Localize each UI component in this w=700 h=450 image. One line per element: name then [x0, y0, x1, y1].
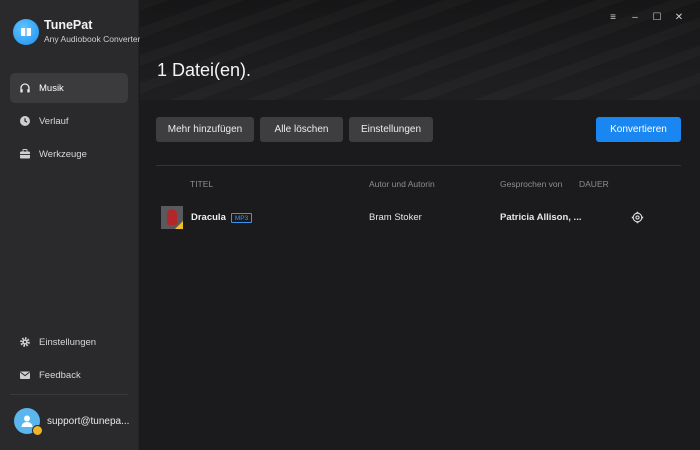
headphones-icon	[19, 82, 31, 94]
sidebar-item-feedback[interactable]: Feedback	[10, 360, 128, 390]
sidebar-nav: Musik Verlauf Werkzeuge	[10, 73, 128, 172]
sidebar-bottom-nav: Einstellungen Feedback	[10, 327, 128, 393]
table-row[interactable]: Dracula MP3 Bram Stoker Patricia Allison…	[140, 206, 700, 230]
sidebar-item-musik[interactable]: Musik	[10, 73, 128, 103]
sidebar-item-werkzeuge[interactable]: Werkzeuge	[10, 139, 128, 169]
sidebar-item-label: Einstellungen	[39, 336, 97, 348]
menu-icon[interactable]: ≡	[602, 9, 624, 25]
brand: TunePat Any Audiobook Converter	[13, 18, 140, 45]
book-cover	[161, 206, 183, 229]
sidebar: TunePat Any Audiobook Converter Musik Ve…	[0, 0, 140, 450]
header-banner: ≡ – ☐ ✕ 1 Datei(en).	[140, 0, 700, 100]
app-name: TunePat	[44, 18, 93, 32]
column-header-narrator: Gesprochen von	[500, 179, 563, 189]
format-badge: MP3	[230, 212, 253, 223]
user-email: support@tunepa...	[47, 415, 129, 427]
close-icon[interactable]: ✕	[668, 9, 690, 25]
user-account[interactable]: support@tunepa...	[14, 408, 129, 436]
sidebar-item-label: Werkzeuge	[39, 148, 87, 160]
mail-icon	[19, 369, 31, 381]
column-header-title: TITEL	[190, 179, 214, 189]
column-header-author: Autor und Autorin	[369, 179, 435, 189]
premium-badge-icon	[32, 425, 43, 436]
main-panel: ≡ – ☐ ✕ 1 Datei(en). Mehr hinzufügen All…	[140, 0, 700, 450]
toolbar: Mehr hinzufügen Alle löschen Einstellung…	[156, 117, 439, 142]
maximize-icon[interactable]: ☐	[646, 9, 668, 25]
avatar	[14, 408, 43, 436]
clock-icon	[19, 115, 31, 127]
sidebar-item-label: Feedback	[39, 369, 81, 381]
sidebar-item-label: Musik	[39, 82, 64, 94]
sidebar-item-label: Verlauf	[39, 115, 69, 127]
table-header: TITEL Autor und Autorin Gesprochen von D…	[140, 179, 700, 191]
convert-button[interactable]: Konvertieren	[596, 117, 681, 142]
sidebar-divider	[10, 394, 128, 395]
page-title: 1 Datei(en).	[157, 60, 252, 80]
clear-all-button[interactable]: Alle löschen	[260, 117, 343, 142]
book-author: Bram Stoker	[369, 212, 422, 223]
book-title: Dracula	[191, 212, 226, 223]
app-logo-icon	[13, 18, 39, 45]
sidebar-item-einstellungen[interactable]: Einstellungen	[10, 327, 128, 357]
add-more-button[interactable]: Mehr hinzufügen	[156, 117, 254, 142]
settings-button[interactable]: Einstellungen	[349, 117, 433, 142]
row-settings-gear-icon[interactable]	[631, 211, 644, 224]
divider	[156, 165, 681, 166]
gear-icon	[19, 336, 31, 348]
app-subtitle: Any Audiobook Converter	[44, 34, 141, 44]
book-narrator: Patricia Allison, ...	[500, 212, 582, 223]
minimize-icon[interactable]: –	[624, 9, 646, 25]
column-header-duration: DAUER	[579, 179, 609, 189]
window-controls: ≡ – ☐ ✕	[602, 9, 690, 25]
toolbox-icon	[19, 148, 31, 160]
sidebar-item-verlauf[interactable]: Verlauf	[10, 106, 128, 136]
